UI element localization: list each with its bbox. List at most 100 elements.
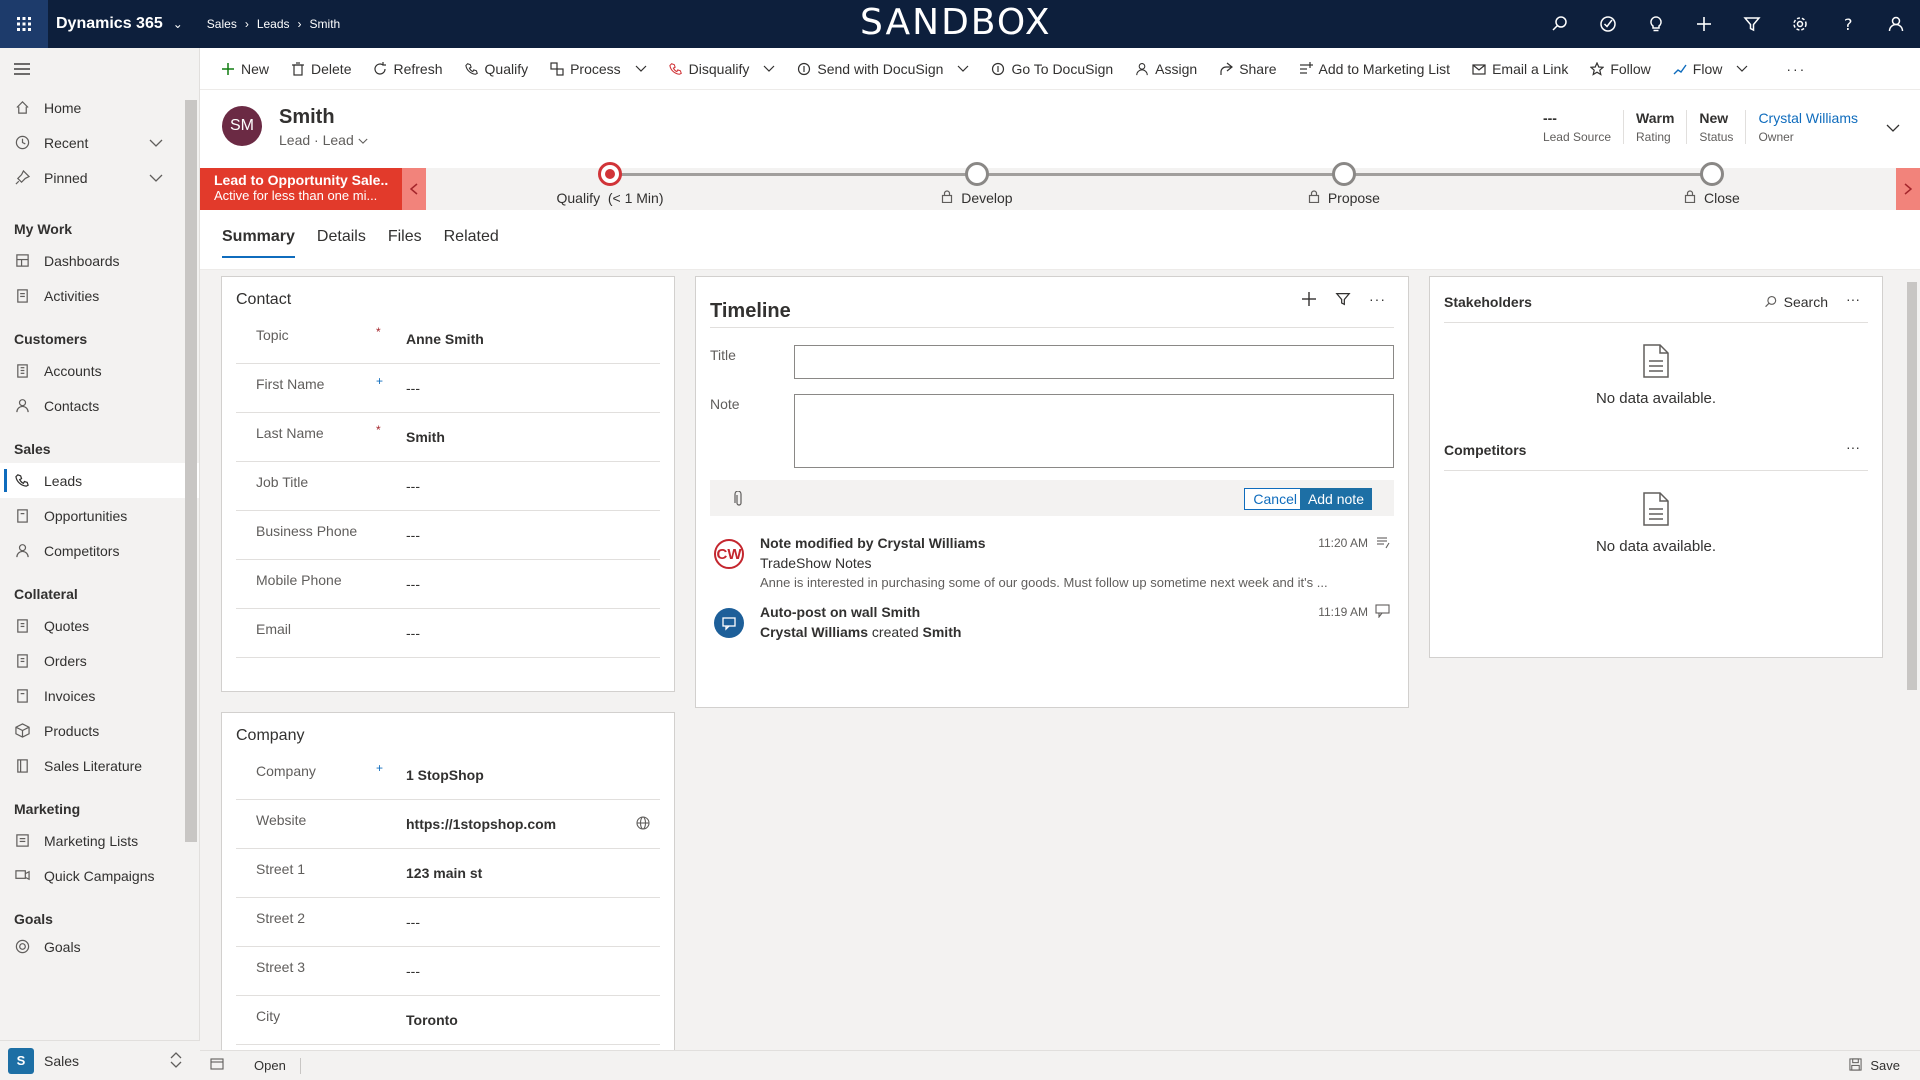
chevron-down-icon[interactable] — [763, 65, 775, 73]
stage-develop[interactable]: Develop — [877, 162, 1077, 206]
assign-button[interactable]: Assign — [1124, 48, 1208, 90]
timeline-post[interactable]: Auto-post on wall Smith 11:19 AM Crystal… — [710, 604, 1394, 650]
filter-icon[interactable] — [1728, 0, 1776, 48]
sidebar-item-activities[interactable]: Activities — [0, 278, 199, 313]
sidebar-item-marketing-lists[interactable]: Marketing Lists — [0, 823, 199, 858]
sidebar-item-dashboards[interactable]: Dashboards — [0, 243, 199, 278]
sidebar-item-products[interactable]: Products — [0, 713, 199, 748]
sidebar-item-recent[interactable]: Recent — [0, 125, 199, 160]
header-field-lead-source[interactable]: --- Lead Source — [1531, 110, 1623, 144]
share-button[interactable]: Share — [1208, 48, 1287, 90]
chevron-left-icon[interactable] — [402, 168, 426, 210]
field-company[interactable]: Company +1 StopShop — [236, 751, 660, 800]
form-selector[interactable]: Lead — [323, 132, 354, 148]
field-topic[interactable]: Topic * Anne Smith — [236, 315, 660, 364]
field-value[interactable]: Toronto — [406, 1012, 458, 1028]
sidebar-item-contacts[interactable]: Contacts — [0, 388, 199, 423]
field-value[interactable]: 123 main st — [406, 865, 482, 881]
sidebar-item-quick-campaigns[interactable]: Quick Campaigns — [0, 858, 199, 893]
field-value[interactable]: --- — [406, 914, 420, 930]
hamburger-menu-icon[interactable] — [0, 48, 199, 90]
gear-icon[interactable] — [1776, 0, 1824, 48]
add-to-marketing-list-button[interactable]: Add to Marketing List — [1288, 48, 1462, 90]
tab-files[interactable]: Files — [388, 228, 422, 258]
save-button[interactable]: Save — [1849, 1057, 1900, 1074]
field-street-1[interactable]: Street 1 123 main st — [236, 849, 660, 898]
breadcrumb-item[interactable]: Leads — [257, 17, 290, 31]
sidebar-item-leads[interactable]: Leads — [0, 463, 199, 498]
chevron-down-icon[interactable] — [358, 132, 368, 148]
follow-button[interactable]: Follow — [1579, 48, 1661, 90]
field-job-title[interactable]: Job Title --- — [236, 462, 660, 511]
open-in-window-icon[interactable] — [210, 1058, 224, 1073]
cancel-button[interactable]: Cancel — [1244, 488, 1306, 510]
sidebar-item-accounts[interactable]: Accounts — [0, 353, 199, 388]
field-value[interactable]: --- — [406, 478, 420, 494]
breadcrumb-item[interactable]: Smith — [310, 17, 341, 31]
chevron-right-icon[interactable] — [1896, 168, 1920, 210]
note-icon[interactable] — [1376, 535, 1390, 552]
process-flyout[interactable]: Lead to Opportunity Sale... Active for l… — [200, 168, 402, 210]
sidebar-item-pinned[interactable]: Pinned — [0, 160, 199, 195]
search-icon[interactable] — [1764, 295, 1778, 312]
help-icon[interactable]: ? — [1824, 0, 1872, 48]
flow-button[interactable]: Flow — [1662, 48, 1760, 90]
header-field-owner[interactable]: Crystal Williams Owner — [1745, 110, 1870, 144]
globe-icon[interactable] — [636, 816, 650, 833]
search-icon[interactable] — [1536, 0, 1584, 48]
field-email[interactable]: Email --- — [236, 609, 660, 658]
attachment-icon[interactable] — [734, 490, 744, 510]
more-options-icon[interactable]: ··· — [1846, 439, 1860, 455]
go-to-docusign-button[interactable]: Go To DocuSign — [980, 48, 1124, 90]
field-website[interactable]: Website https://1stopshop.com — [236, 800, 660, 849]
stage-propose[interactable]: Propose — [1244, 162, 1444, 206]
header-field-status[interactable]: New Status — [1686, 110, 1745, 144]
field-mobile-phone[interactable]: Mobile Phone --- — [236, 560, 660, 609]
stage-close[interactable]: Close — [1612, 162, 1812, 206]
header-field-rating[interactable]: Warm Rating — [1623, 110, 1686, 144]
note-body-input[interactable] — [794, 394, 1394, 468]
field-business-phone[interactable]: Business Phone --- — [236, 511, 660, 560]
field-street-2[interactable]: Street 2 --- — [236, 898, 660, 947]
chevron-down-icon[interactable] — [635, 65, 647, 73]
field-value[interactable]: --- — [406, 380, 420, 396]
lightbulb-icon[interactable] — [1632, 0, 1680, 48]
tab-related[interactable]: Related — [444, 228, 499, 258]
plus-icon[interactable] — [1301, 291, 1317, 307]
filter-icon[interactable] — [1335, 291, 1351, 307]
chevron-down-icon[interactable] — [149, 170, 163, 186]
field-value[interactable]: --- — [406, 625, 420, 641]
send-with-docusign-button[interactable]: Send with DocuSign — [786, 48, 980, 90]
scrollbar-thumb[interactable] — [1907, 282, 1917, 690]
tab-details[interactable]: Details — [317, 228, 366, 258]
field-value[interactable]: Smith — [406, 429, 445, 445]
task-complete-icon[interactable] — [1584, 0, 1632, 48]
stage-qualify[interactable]: Qualify (< 1 Min) — [510, 162, 710, 206]
post-icon[interactable] — [1375, 604, 1390, 621]
field-value[interactable]: --- — [406, 963, 420, 979]
process-button[interactable]: Process — [539, 48, 658, 90]
subgrid-search-label[interactable]: Search — [1784, 294, 1828, 310]
owner-link[interactable]: Crystal Williams — [1758, 110, 1858, 130]
area-switcher[interactable]: S Sales — [0, 1040, 200, 1080]
breadcrumb-item[interactable]: Sales — [207, 17, 237, 31]
header-expand-chevron-icon[interactable] — [1886, 120, 1900, 136]
chevron-down-icon[interactable] — [1736, 65, 1748, 73]
app-name[interactable]: Dynamics 365 — [56, 15, 163, 33]
add-note-button[interactable]: Add note — [1299, 488, 1372, 510]
field-first-name[interactable]: First Name + --- — [236, 364, 660, 413]
sidebar-item-sales-literature[interactable]: Sales Literature — [0, 748, 199, 783]
sidebar-item-home[interactable]: Home — [0, 90, 199, 125]
field-value[interactable]: Anne Smith — [406, 331, 484, 347]
field-street-3[interactable]: Street 3 --- — [236, 947, 660, 996]
post-author[interactable]: Crystal Williams — [760, 624, 868, 640]
field-value[interactable]: https://1stopshop.com — [406, 816, 556, 832]
plus-icon[interactable] — [1680, 0, 1728, 48]
chevron-down-icon[interactable] — [149, 135, 163, 151]
email-a-link-button[interactable]: Email a Link — [1461, 48, 1579, 90]
more-options-icon[interactable]: ··· — [1369, 291, 1386, 307]
sidebar-item-invoices[interactable]: Invoices — [0, 678, 199, 713]
sidebar-scrollbar[interactable] — [185, 100, 197, 842]
refresh-button[interactable]: Refresh — [362, 48, 453, 90]
more-commands-icon[interactable]: ··· — [1775, 48, 1817, 90]
